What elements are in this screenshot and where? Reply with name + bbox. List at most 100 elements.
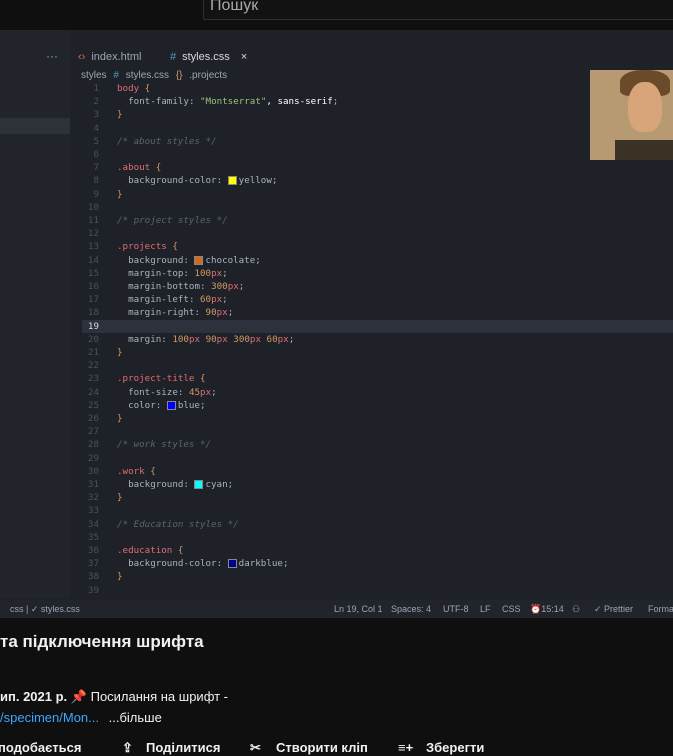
editor-tabs: ··· ‹› index.html # styles.css × (46, 46, 673, 68)
code-line[interactable]: 37 background-color: darkblue; (82, 557, 289, 570)
code-line[interactable]: 32} (82, 491, 123, 504)
line-number: 16 (87, 281, 99, 292)
save-icon[interactable]: ≡+ (398, 740, 413, 755)
line-number: 9 (93, 188, 99, 200)
code-line[interactable]: 3} (82, 108, 123, 121)
code-line[interactable]: 27 (82, 425, 117, 438)
close-icon[interactable]: × (241, 51, 247, 63)
code-line[interactable]: 11 /* project styles */ (82, 214, 228, 227)
description-text: Посилання на шрифт - (90, 689, 229, 704)
search-input[interactable]: Пошук (203, 0, 673, 20)
line-number: 24 (87, 386, 99, 398)
status-spaces[interactable]: Spaces: 4 (391, 604, 431, 614)
code-line[interactable]: 1 body { (82, 82, 150, 95)
upload-date: ип. 2021 р. (0, 689, 68, 704)
code-line[interactable]: 19 (82, 319, 673, 333)
code-line[interactable]: 34 /* Education styles */ (82, 518, 239, 531)
code-line[interactable]: 22 (82, 359, 117, 372)
code-line[interactable]: 39 (82, 584, 117, 597)
status-position[interactable]: Ln 19, Col 1 (334, 604, 383, 614)
breadcrumb: styles # styles.css {} .projects (81, 70, 231, 81)
code-line[interactable]: 28 /* work styles */ (82, 438, 211, 451)
line-number: 35 (87, 531, 99, 543)
code-line[interactable]: 25 color: blue; (82, 399, 206, 412)
code-line[interactable]: 5 /* about styles */ (82, 135, 216, 148)
status-language[interactable]: CSS (502, 604, 521, 614)
sidebar-selected-item[interactable] (0, 118, 70, 134)
code-text: background-color: yellow; (128, 175, 278, 187)
breadcrumb-item[interactable]: styles (81, 70, 107, 81)
code-line[interactable]: 14 background: chocolate; (82, 254, 261, 267)
code-line[interactable]: 15 margin-top: 100px; (82, 267, 228, 280)
code-text: } (117, 188, 123, 200)
status-format[interactable]: Forma (648, 604, 673, 614)
line-number: 8 (93, 175, 99, 187)
code-line[interactable]: 9} (82, 188, 123, 201)
font-link[interactable]: /specimen/Mon... (0, 710, 99, 725)
code-text: background: chocolate; (128, 254, 261, 266)
code-text: font-family: "Montserrat", sans-serif; (128, 96, 339, 108)
status-encoding[interactable]: UTF-8 (443, 604, 469, 614)
line-number: 34 (87, 518, 99, 530)
code-text: } (117, 109, 123, 121)
code-line[interactable]: 29 (82, 452, 117, 465)
line-number: 3 (93, 109, 99, 121)
code-text: font-size: 45px; (128, 386, 217, 398)
code-line[interactable]: 13 .projects { (82, 240, 178, 253)
video-player[interactable]: ··· ‹› index.html # styles.css × styles # … (0, 30, 673, 618)
code-line[interactable]: 36 .education { (82, 544, 183, 557)
code-line[interactable]: 4 (82, 122, 117, 135)
tab-index-html[interactable]: ‹› index.html (78, 46, 141, 68)
code-line[interactable]: 18 margin-right: 90px; (82, 306, 233, 319)
clip-button[interactable]: Створити кліп (276, 740, 368, 755)
code-line[interactable]: 12 (82, 227, 117, 240)
code-line[interactable]: 33 (82, 504, 117, 517)
scissors-icon[interactable]: ✂ (250, 740, 261, 756)
code-text: margin: 100px 90px 300px 60px; (128, 333, 295, 345)
line-number: 17 (87, 294, 99, 306)
code-line[interactable]: 21} (82, 346, 123, 359)
code-line[interactable]: 16 margin-bottom: 300px; (82, 280, 244, 293)
like-button[interactable]: подобається (0, 740, 81, 755)
code-line[interactable]: 10 (82, 201, 117, 214)
tab-styles-css[interactable]: # styles.css × (170, 46, 247, 68)
code-line[interactable]: 35 (82, 531, 117, 544)
code-line[interactable]: 7 .about { (82, 161, 161, 174)
code-line[interactable]: 30 .work { (82, 465, 156, 478)
line-number: 20 (87, 333, 99, 345)
code-line[interactable]: 6 (82, 148, 117, 161)
breadcrumb-item[interactable]: styles.css (126, 70, 169, 81)
share-button[interactable]: Поділитися (146, 740, 220, 755)
save-button[interactable]: Зберегти (426, 740, 484, 755)
code-line[interactable]: 38} (82, 570, 123, 583)
show-more-link[interactable]: ...більше (109, 710, 162, 725)
code-line[interactable]: 23 .project-title { (82, 372, 206, 385)
code-line[interactable]: 26} (82, 412, 123, 425)
description-line-1[interactable]: ип. 2021 р. 📌 Посилання на шрифт - (0, 689, 228, 705)
status-eol[interactable]: LF (480, 604, 491, 614)
line-number: 13 (87, 241, 99, 253)
line-number: 26 (87, 413, 99, 424)
code-editor[interactable]: 1 body {2 font-family: "Montserrat", sans… (82, 82, 673, 602)
status-file[interactable]: css | ✓ styles.css (10, 604, 80, 615)
breadcrumb-item[interactable]: .projects (189, 70, 227, 81)
line-number: 27 (87, 426, 99, 438)
line-number: 1 (93, 83, 99, 94)
code-line[interactable]: 20 margin: 100px 90px 300px 60px; (82, 333, 294, 346)
line-number: 6 (93, 149, 99, 160)
code-line[interactable]: 31 background: cyan; (82, 478, 233, 491)
code-line[interactable]: 2 font-family: "Montserrat", sans-serif; (82, 95, 338, 108)
pin-icon: 📌 (70, 689, 87, 704)
code-line[interactable]: 17 margin-left: 60px; (82, 293, 228, 306)
share-icon[interactable]: ⇪ (122, 740, 133, 756)
code-line[interactable]: 8 background-color: yellow; (82, 174, 277, 187)
code-line[interactable]: 24 font-size: 45px; (82, 386, 217, 399)
video-actions: подобається ⇪ Поділитися ✂ Створити кліп… (0, 738, 673, 756)
more-tabs-icon[interactable]: ··· (46, 49, 58, 63)
code-text: .education { (117, 545, 184, 556)
code-text: } (117, 492, 123, 504)
broadcast-icon[interactable]: ⚇ (572, 604, 580, 615)
line-number: 38 (87, 571, 99, 583)
status-prettier[interactable]: ✓ Prettier (594, 604, 633, 615)
description-line-2: /specimen/Mon... ...більше (0, 710, 162, 725)
